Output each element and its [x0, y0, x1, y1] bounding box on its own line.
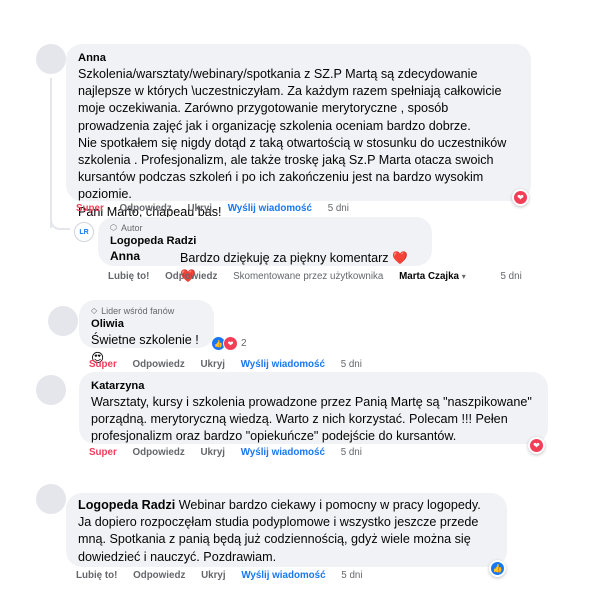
author-badge: ⬡ Autor [110, 222, 420, 234]
comment-actions: Super Odpowiedz Ukryj Wyślij wiadomość 5… [89, 447, 375, 458]
timestamp[interactable]: 5 dni [341, 447, 362, 458]
fan-badge: ◇ Lider wśród fanów [91, 305, 202, 317]
comment-bubble-anna: Anna Szkolenia/warsztaty/webinary/spotka… [66, 44, 531, 219]
timestamp[interactable]: 5 dni [501, 271, 522, 282]
reply-button[interactable]: Odpowiedz [120, 203, 172, 214]
avatar[interactable] [48, 306, 78, 336]
heart-reaction-icon[interactable]: ❤ [528, 437, 545, 454]
super-button[interactable]: Super [89, 447, 117, 458]
timestamp[interactable]: 5 dni [328, 203, 349, 214]
reaction-summary[interactable]: 👍 ❤ 2 [211, 336, 247, 351]
reply-button[interactable]: Odpowiedz [133, 359, 185, 370]
shield-icon: ⬡ [110, 223, 117, 232]
heart-reaction-icon: ❤ [223, 336, 238, 351]
comment-actions: Lubię to! Odpowiedz Skomentowane przez u… [108, 271, 535, 282]
comment-text: Szkolenia/warsztaty/webinary/spotkania z… [78, 67, 507, 219]
diamond-icon: ◇ [91, 306, 98, 315]
thread-branch [50, 210, 70, 230]
send-message-button[interactable]: Wyślij wiadomość [241, 359, 325, 370]
comment-text: Warsztaty, kursy i szkolenia prowadzone … [91, 395, 532, 444]
comment-bubble-oliwia: ◇ Lider wśród fanów Oliwia Świetne szkol… [79, 300, 214, 365]
comment-actions: Super Odpowiedz Ukryj Wyślij wiadomość 5… [89, 359, 375, 370]
hide-button[interactable]: Ukryj [201, 570, 226, 581]
oliwia-text: Świetne szkolenie ! [91, 333, 199, 347]
badge-label: Lider wśród fanów [101, 306, 175, 316]
heart-reaction-icon[interactable]: ❤ [512, 189, 529, 206]
comment-actions: Super Odpowiedz Ukryj Wyślij wiadomość 5… [76, 203, 362, 214]
like-button[interactable]: Lubię to! [76, 570, 117, 581]
reply-button[interactable]: Odpowiedz [133, 570, 185, 581]
like-reaction-icon[interactable]: 👍 [489, 560, 506, 577]
like-button[interactable]: Lubię to! [108, 271, 149, 282]
send-message-button[interactable]: Wyślij wiadomość [228, 203, 312, 214]
hide-button[interactable]: Ukryj [200, 447, 225, 458]
timestamp[interactable]: 5 dni [341, 359, 362, 370]
comment-bubble-katarzyna: Katarzyna Warsztaty, kursy i szkolenia p… [79, 372, 548, 444]
meta-prefix: Skomentowane przez użytkownika [233, 271, 384, 282]
avatar[interactable] [36, 484, 66, 514]
commented-by: Skomentowane przez użytkownika Marta Cza… [233, 271, 479, 282]
comment-author[interactable]: Katarzyna [91, 379, 536, 394]
timestamp[interactable]: 5 dni [341, 570, 362, 581]
avatar[interactable] [36, 375, 66, 405]
avatar[interactable] [36, 44, 66, 74]
meta-name[interactable]: Marta Czajka [399, 271, 459, 282]
hide-button[interactable]: Ukryj [187, 203, 212, 214]
comment-bubble-reply: ⬡ Autor Logopeda Radzi Anna Bardzo dzięk… [98, 217, 432, 283]
reply-button[interactable]: Odpowiedz [165, 271, 217, 282]
avatar[interactable]: LR [74, 222, 94, 242]
comment-text: Logopeda Radzi Webinar bardzo ciekawy i … [78, 497, 495, 566]
comment-bubble-logopeda: Logopeda Radzi Webinar bardzo ciekawy i … [66, 493, 507, 567]
badge-label: Autor [120, 223, 143, 233]
comment-author[interactable]: Logopeda Radzi [110, 234, 420, 249]
comment-author[interactable]: Oliwia [91, 317, 202, 332]
reaction-count: 2 [241, 338, 247, 349]
send-message-button[interactable]: Wyślij wiadomość [241, 447, 325, 458]
hide-button[interactable]: Ukryj [200, 359, 225, 370]
comment-actions: Lubię to! Odpowiedz Ukryj Wyślij wiadomo… [76, 570, 376, 581]
comment-author[interactable]: Anna [78, 51, 519, 66]
comment-author[interactable]: Logopeda Radzi [78, 498, 175, 512]
chevron-down-icon[interactable]: ▾ [462, 272, 466, 281]
thread-line [50, 78, 52, 228]
super-button[interactable]: Super [89, 359, 117, 370]
reply-text: Bardzo dziękuję za piękny komentarz [180, 251, 389, 265]
reply-button[interactable]: Odpowiedz [133, 447, 185, 458]
super-button[interactable]: Super [76, 203, 104, 214]
send-message-button[interactable]: Wyślij wiadomość [241, 570, 325, 581]
